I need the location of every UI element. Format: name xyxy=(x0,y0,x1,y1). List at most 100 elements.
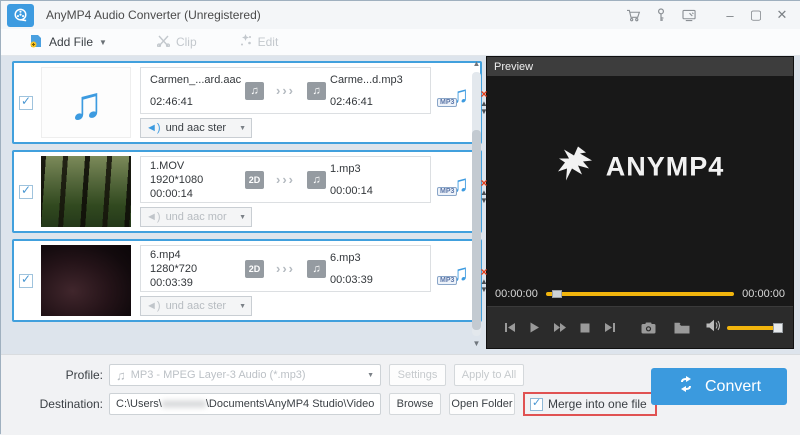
titlebar: AnyMP4 Audio Converter (Unregistered) – … xyxy=(1,1,800,29)
profile-select[interactable]: ♫ MP3 - MPEG Layer-3 Audio (*.mp3) ▼ xyxy=(109,364,381,386)
apply-to-all-button[interactable]: Apply to All xyxy=(454,364,524,386)
destination-input[interactable]: C:\Users\xxxxxxxx\Documents\AnyMP4 Studi… xyxy=(109,393,381,415)
volume-slider[interactable] xyxy=(727,323,783,333)
merge-label: Merge into one file xyxy=(548,397,647,411)
file-info-panel: 6.mp4 1280*720 00:03:39 2D ››› ♫ 6.mp3 0… xyxy=(140,245,431,292)
convert-arrows-icon xyxy=(677,376,695,397)
file-row-3[interactable]: 6.mp4 1280*720 00:03:39 2D ››› ♫ 6.mp3 0… xyxy=(12,239,482,322)
preview-title: Preview xyxy=(487,57,793,76)
convert-arrows-icon: ››› xyxy=(276,172,295,187)
file-row-1[interactable]: ♫ Carmen_...ard.aac 02:46:41 ♫ ››› ♫ Car… xyxy=(12,61,482,144)
toolbar: Add File ▼ Clip Edit xyxy=(1,29,800,56)
maximize-button[interactable]: ▢ xyxy=(745,5,767,25)
minimize-button[interactable]: – xyxy=(719,5,741,25)
output-format-icon[interactable]: ♫MP3 xyxy=(439,266,469,296)
browse-button[interactable]: Browse xyxy=(389,393,441,415)
video-thumbnail xyxy=(41,156,131,227)
file-list: ♫ Carmen_...ard.aac 02:46:41 ♫ ››› ♫ Car… xyxy=(1,56,486,354)
fast-forward-button[interactable] xyxy=(547,316,572,340)
target-type-badge: ♫ xyxy=(307,260,326,278)
clip-button[interactable]: Clip xyxy=(147,29,207,55)
current-time: 00:00:00 xyxy=(495,288,538,300)
source-filename: Carmen_...ard.aac xyxy=(150,74,245,86)
register-key-icon[interactable] xyxy=(649,5,673,25)
output-filename: 6.mp3 xyxy=(330,252,430,264)
audio-track-select[interactable]: ◄) und aac ster ▼ xyxy=(140,118,252,138)
output-duration: 00:03:39 xyxy=(330,274,430,286)
output-format-icon[interactable]: ♫MP3 xyxy=(439,177,469,207)
clip-label: Clip xyxy=(176,35,197,49)
volume-speaker-icon[interactable] xyxy=(706,319,721,337)
seek-handle[interactable] xyxy=(552,290,562,298)
source-duration: 00:00:14 xyxy=(150,188,245,200)
scroll-up-icon[interactable]: ▲ xyxy=(470,58,483,70)
row-checkbox[interactable] xyxy=(19,185,33,199)
speaker-icon: ◄) xyxy=(146,211,161,223)
source-type-badge: ♫ xyxy=(245,82,264,100)
feedback-icon[interactable] xyxy=(677,5,701,25)
target-type-badge: ♫ xyxy=(307,82,326,100)
audio-track-label: und aac ster xyxy=(166,122,227,134)
audio-track-select[interactable]: ◄) und aac ster ▼ xyxy=(140,296,252,316)
speaker-icon: ◄) xyxy=(146,122,161,134)
edit-label: Edit xyxy=(258,35,279,49)
snapshot-camera-icon[interactable] xyxy=(636,316,661,340)
row-checkbox[interactable] xyxy=(19,96,33,110)
magic-wand-icon xyxy=(239,34,252,50)
preview-screen: ANYMP4 xyxy=(487,76,793,282)
add-file-button[interactable]: Add File ▼ xyxy=(19,29,117,55)
target-type-badge: ♫ xyxy=(307,171,326,189)
volume-control xyxy=(706,319,783,337)
file-info-panel: Carmen_...ard.aac 02:46:41 ♫ ››› ♫ Carme… xyxy=(140,67,431,114)
close-button[interactable]: ✕ xyxy=(771,5,793,25)
convert-arrows-icon: ››› xyxy=(276,261,295,276)
stop-button[interactable] xyxy=(572,316,597,340)
volume-handle[interactable] xyxy=(773,323,783,333)
profile-label: Profile: xyxy=(1,368,109,382)
source-type-badge: 2D xyxy=(245,260,264,278)
seek-slider[interactable] xyxy=(546,289,734,299)
audio-track-label: und aac ster xyxy=(166,300,227,312)
total-time: 00:00:00 xyxy=(742,288,785,300)
destination-user-blurred: xxxxxxxx xyxy=(162,398,206,410)
merge-checkbox[interactable] xyxy=(530,398,543,411)
play-button[interactable] xyxy=(522,316,547,340)
next-button[interactable] xyxy=(597,316,622,340)
scroll-down-icon[interactable]: ▼ xyxy=(470,338,483,350)
chevron-down-icon: ▼ xyxy=(239,125,246,132)
list-scrollbar[interactable]: ▲ ▼ xyxy=(470,58,483,350)
settings-button[interactable]: Settings xyxy=(389,364,446,386)
preview-panel: Preview ANYMP4 00:00:00 00:00:00 xyxy=(486,56,794,349)
source-duration: 02:46:41 xyxy=(150,96,245,108)
open-snapshot-folder-icon[interactable] xyxy=(669,316,694,340)
profile-value: MP3 - MPEG Layer-3 Audio (*.mp3) xyxy=(131,369,362,381)
profile-format-icon: ♫ xyxy=(116,368,126,383)
audio-track-select[interactable]: ◄) und aac mor ▼ xyxy=(140,207,252,227)
row-checkbox[interactable] xyxy=(19,274,33,288)
open-folder-button[interactable]: Open Folder xyxy=(449,393,515,415)
convert-label: Convert xyxy=(705,378,761,396)
add-file-icon xyxy=(29,34,43,51)
store-cart-icon[interactable] xyxy=(621,5,645,25)
anymp4-logo-text: ANYMP4 xyxy=(606,151,725,182)
add-file-label: Add File xyxy=(49,35,93,49)
chevron-down-icon: ▼ xyxy=(239,303,246,310)
source-filename: 6.mp4 xyxy=(150,249,245,261)
audio-thumbnail: ♫ xyxy=(41,67,131,138)
file-row-2[interactable]: 1.MOV 1920*1080 00:00:14 2D ››› ♫ 1.mp3 … xyxy=(12,150,482,233)
speaker-icon: ◄) xyxy=(146,300,161,312)
source-filename: 1.MOV xyxy=(150,160,245,172)
convert-button[interactable]: Convert xyxy=(651,368,787,405)
app-logo-icon xyxy=(7,4,34,27)
audio-track-label: und aac mor xyxy=(166,211,227,223)
scissors-icon xyxy=(157,35,170,50)
anymp4-logo-icon xyxy=(556,144,596,189)
output-duration: 00:00:14 xyxy=(330,185,430,197)
output-format-icon[interactable]: ♫MP3 xyxy=(439,88,469,118)
source-resolution: 1920*1080 xyxy=(150,174,245,186)
chevron-down-icon: ▼ xyxy=(239,214,246,221)
source-duration: 00:03:39 xyxy=(150,277,245,289)
previous-button[interactable] xyxy=(497,316,522,340)
scrollbar-thumb[interactable] xyxy=(472,130,481,330)
edit-button[interactable]: Edit xyxy=(229,29,289,55)
